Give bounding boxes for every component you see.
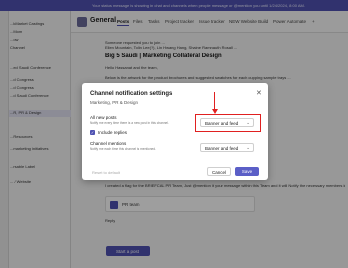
save-button[interactable]: Save	[235, 167, 259, 176]
dialog-subtitle: Marketing, PR & Design	[90, 100, 139, 105]
chevron-down-icon: ⌄	[246, 145, 250, 150]
mentions-value: Banner and feed	[205, 146, 239, 151]
reset-to-default-link[interactable]: Reset to default	[92, 170, 120, 175]
cancel-button[interactable]: Cancel	[207, 167, 231, 176]
mentions-hint: Notify me each time this channel is ment…	[90, 147, 156, 151]
annotation-highlight-box	[195, 114, 261, 132]
annotation-arrow-head	[211, 109, 218, 114]
include-replies-checkbox[interactable]: ✓	[90, 130, 95, 135]
mentions-label: Channel mentions	[90, 141, 127, 146]
include-replies-label: Include replies	[98, 130, 128, 135]
mentions-dropdown[interactable]: Banner and feed ⌄	[200, 143, 254, 152]
all-posts-hint: Notify me every time there is a new post…	[90, 121, 169, 125]
all-posts-label: All new posts	[90, 115, 117, 120]
close-icon[interactable]: ✕	[256, 89, 262, 97]
dialog-title: Channel notification settings	[90, 91, 173, 97]
